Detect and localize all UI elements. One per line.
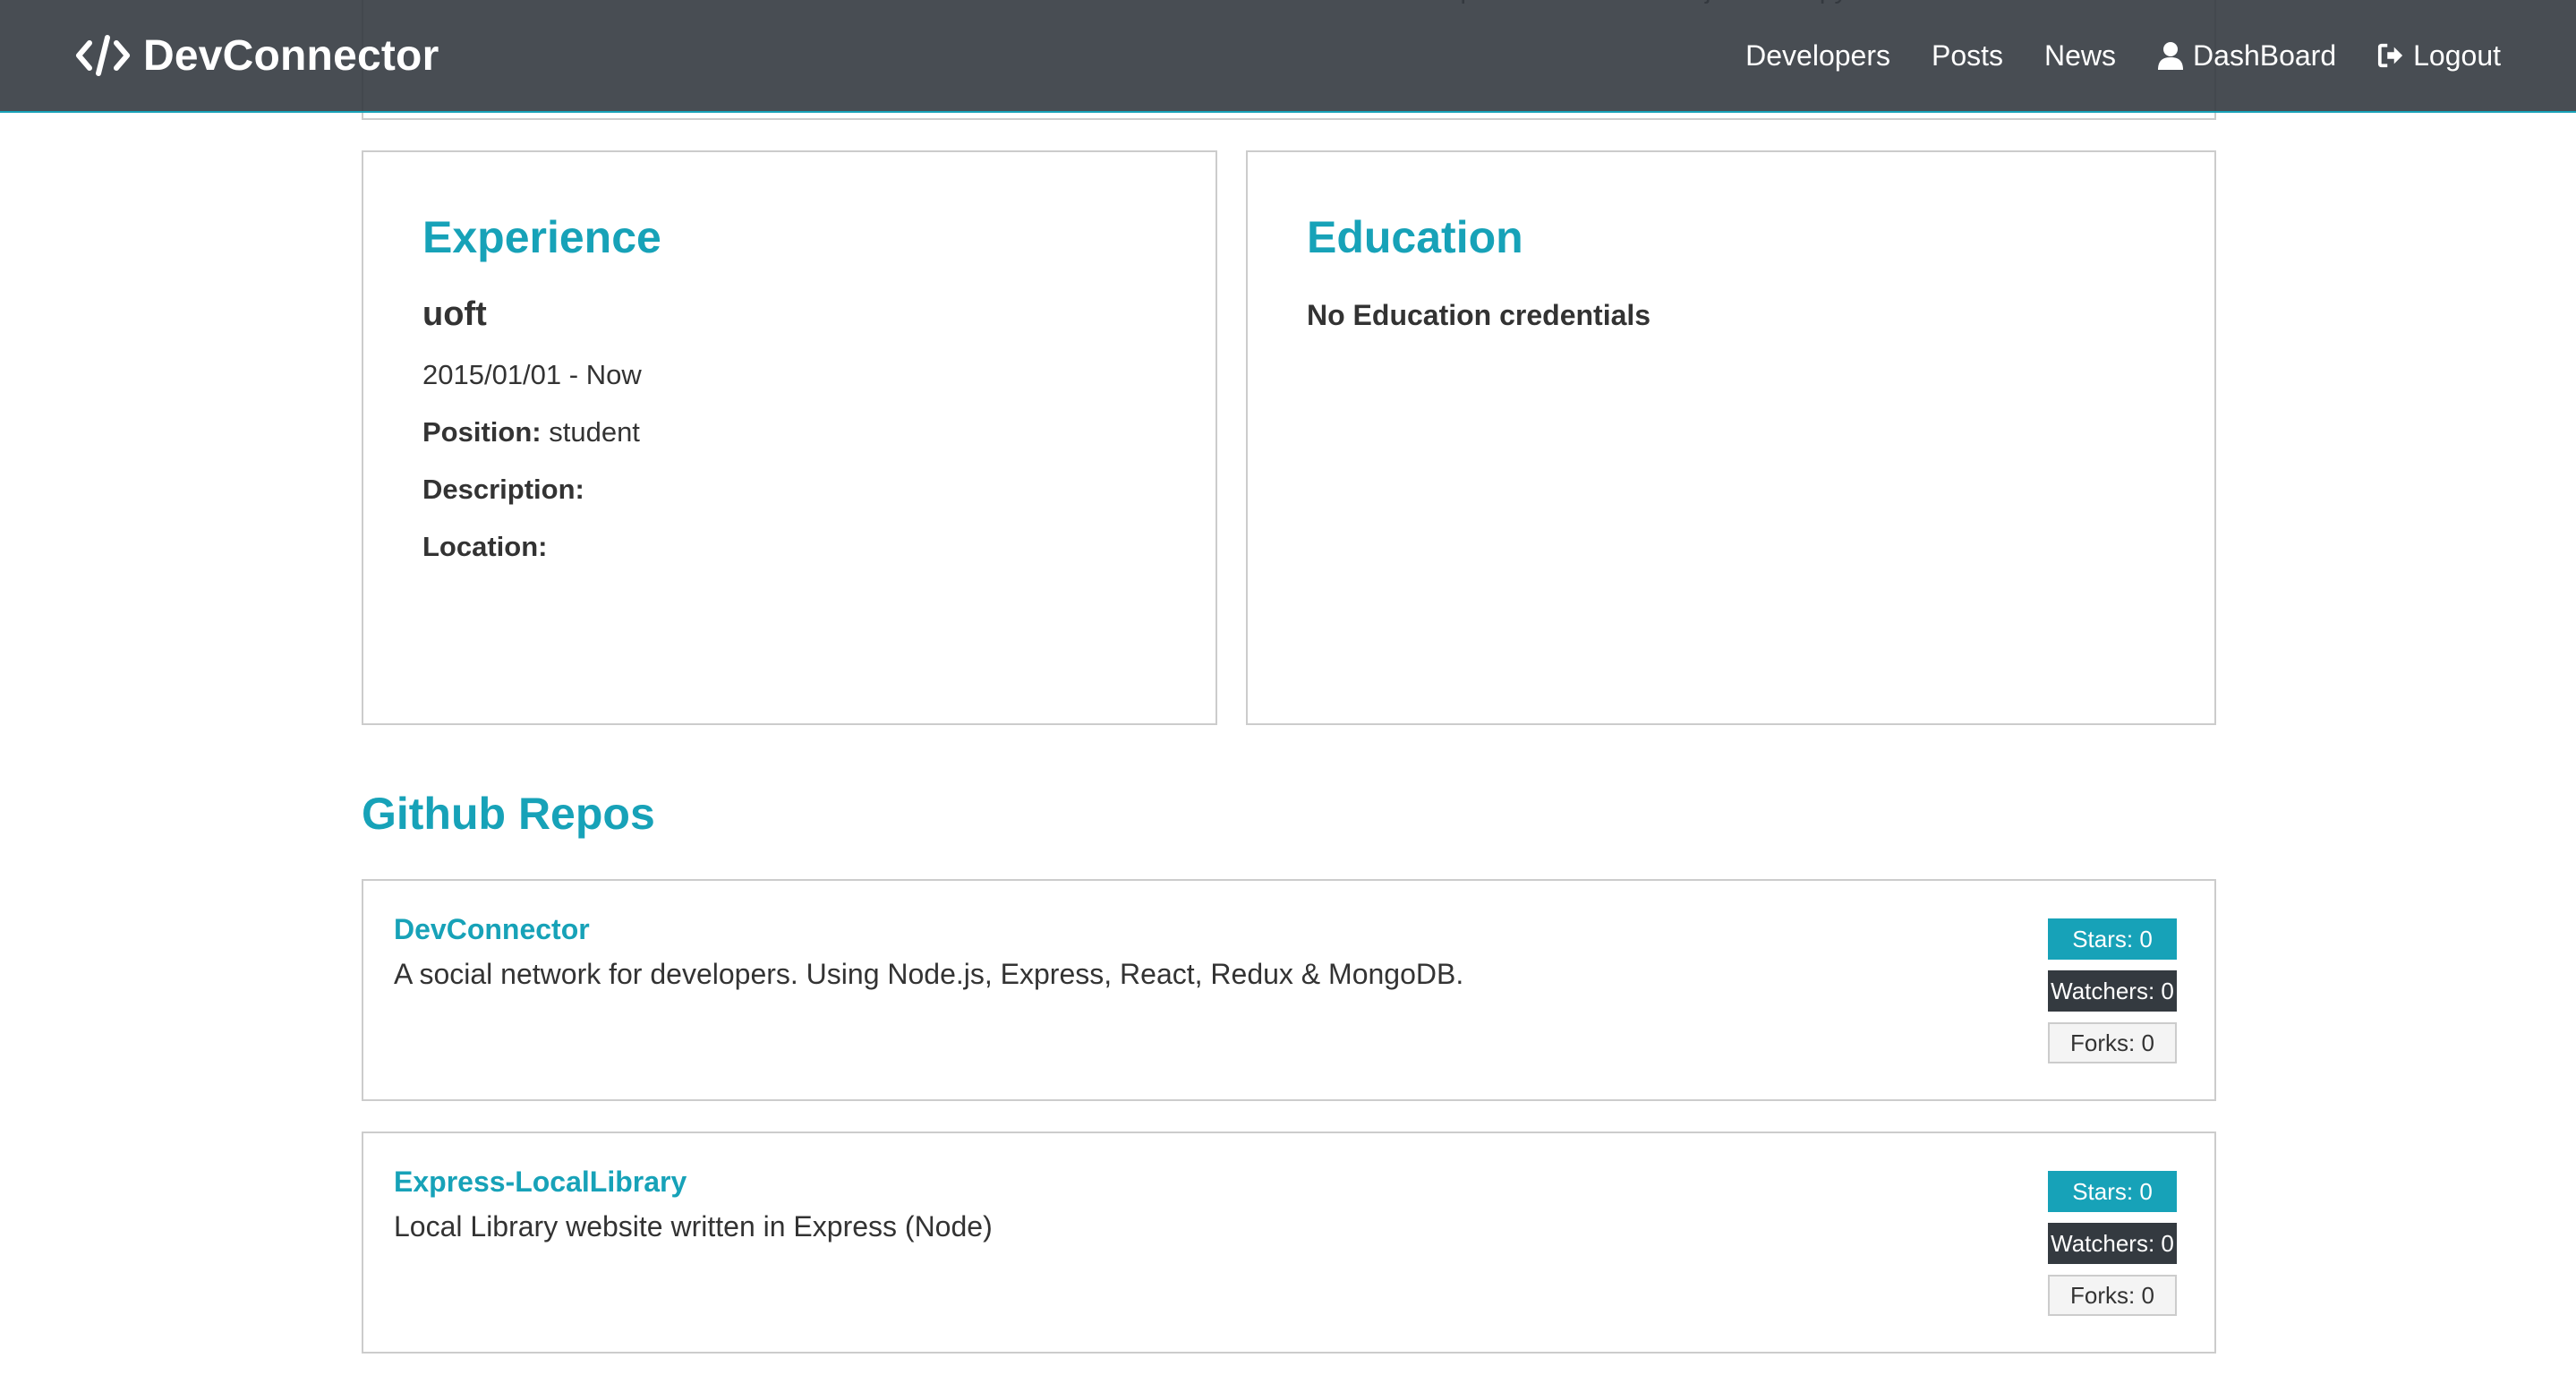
user-icon xyxy=(2158,42,2184,70)
education-title: Education xyxy=(1307,212,1523,262)
stars-badge: Stars: 0 xyxy=(2048,918,2177,960)
repo-description: Local Library website written in Express… xyxy=(394,1210,993,1243)
position-value: student xyxy=(549,416,640,448)
education-empty-message: No Education credentials xyxy=(1307,299,1651,331)
nav-developers[interactable]: Developers xyxy=(1745,39,1890,73)
repo-name-link[interactable]: DevConnector xyxy=(394,913,590,946)
code-icon xyxy=(76,35,130,76)
location-label: Location: xyxy=(422,531,548,562)
nav-dashboard-label: DashBoard xyxy=(2193,38,2337,72)
nav-logout-label: Logout xyxy=(2413,38,2501,72)
repo-card: Express-LocalLibrary Local Library websi… xyxy=(362,1132,2216,1354)
experience-position: Position: student xyxy=(422,416,1156,448)
forks-badge: Forks: 0 xyxy=(2048,1022,2177,1063)
repo-description: A social network for developers. Using N… xyxy=(394,958,1464,990)
stars-badge: Stars: 0 xyxy=(2048,1171,2177,1212)
description-label: Description: xyxy=(422,474,584,505)
nav-logout[interactable]: Logout xyxy=(2377,39,2501,73)
watchers-badge: Watchers: 0 xyxy=(2048,970,2177,1012)
repo-badges: Stars: 0 Watchers: 0 Forks: 0 xyxy=(2048,918,2177,1063)
experience-card: Experience uoft 2015/01/01 - Now Positio… xyxy=(362,150,1217,725)
github-repos-title: Github Repos xyxy=(362,789,655,839)
position-label: Position: xyxy=(422,416,542,448)
nav-links: Developers Posts News DashBoard Logout xyxy=(1745,39,2501,73)
experience-company: uoft xyxy=(422,295,487,333)
repo-name-link[interactable]: Express-LocalLibrary xyxy=(394,1166,687,1199)
forks-badge: Forks: 0 xyxy=(2048,1275,2177,1316)
experience-description: Description: xyxy=(422,474,1156,506)
navbar: DevConnector Developers Posts News DashB… xyxy=(0,0,2576,113)
repo-card: DevConnector A social network for develo… xyxy=(362,879,2216,1101)
nav-dashboard[interactable]: DashBoard xyxy=(2157,39,2336,73)
repo-badges: Stars: 0 Watchers: 0 Forks: 0 xyxy=(2048,1171,2177,1316)
nav-posts[interactable]: Posts xyxy=(1932,39,2003,73)
brand-link[interactable]: DevConnector xyxy=(75,31,439,81)
sign-out-icon xyxy=(2378,43,2403,68)
watchers-badge: Watchers: 0 xyxy=(2048,1223,2177,1264)
experience-location: Location: xyxy=(422,531,1156,563)
experience-dates: 2015/01/01 - Now xyxy=(422,359,642,390)
experience-title: Experience xyxy=(422,212,661,262)
brand-name: DevConnector xyxy=(143,31,439,80)
education-card: Education No Education credentials xyxy=(1246,150,2216,725)
nav-news[interactable]: News xyxy=(2044,39,2116,73)
